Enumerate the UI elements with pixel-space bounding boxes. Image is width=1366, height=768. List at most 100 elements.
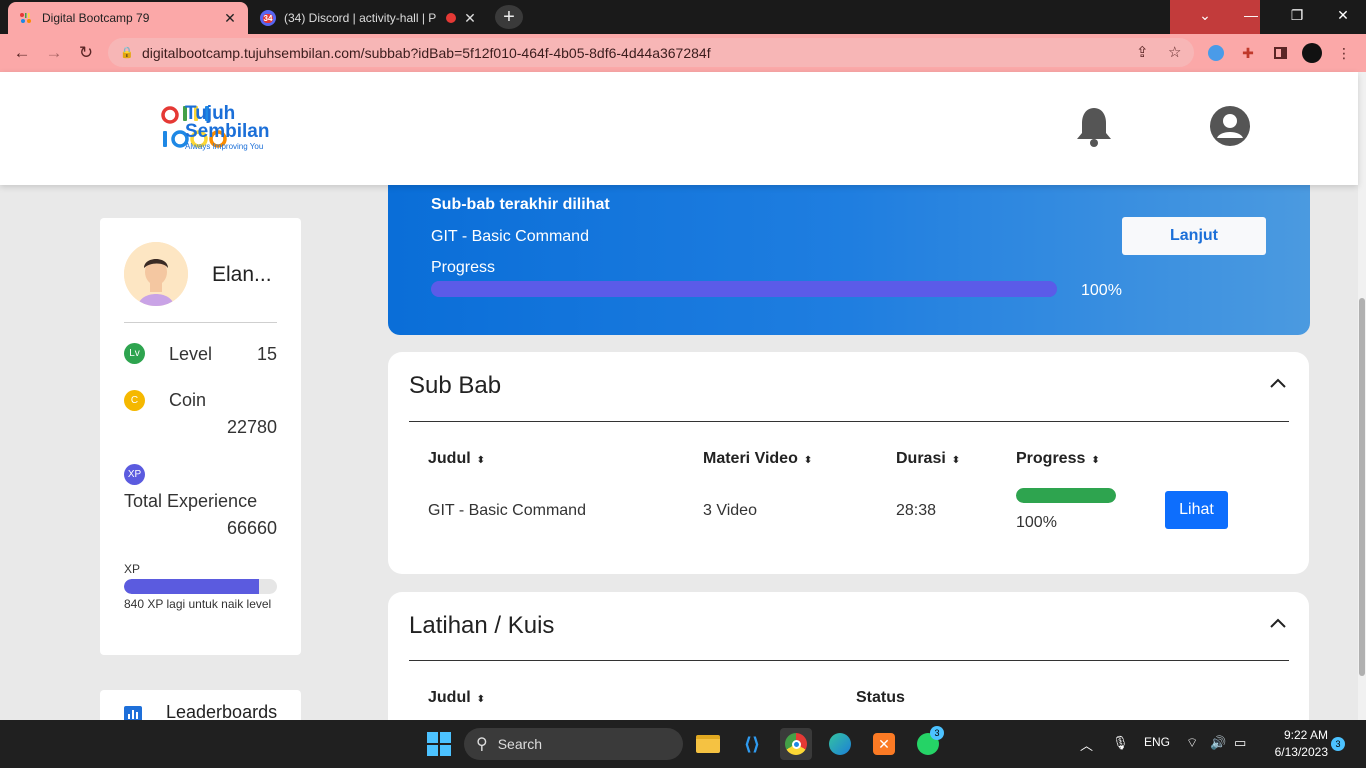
- menu-kebab-icon[interactable]: ⋮: [1333, 42, 1355, 64]
- row-progress-bar: [1016, 488, 1116, 503]
- lock-icon: 🔒: [120, 47, 134, 59]
- row-durasi: 28:38: [896, 502, 937, 519]
- taskbar-search[interactable]: ⚲ Search: [464, 728, 683, 760]
- profile-card: Elan... Lv Level 15 C Coin 22780 XP Tota…: [100, 218, 301, 655]
- last-viewed-progress-fill: [431, 281, 1057, 297]
- minimize-icon[interactable]: —: [1228, 0, 1274, 30]
- discord-favicon-icon: 34: [260, 10, 276, 26]
- column-header-judul[interactable]: Judul ⬍: [428, 450, 485, 468]
- bookmark-star-icon[interactable]: ☆: [1168, 43, 1181, 61]
- column-label: Judul: [428, 689, 471, 706]
- experience-label: Total Experience: [124, 491, 258, 511]
- logo-line2: Sembilan: [185, 121, 270, 142]
- tab-close-icon[interactable]: ✕: [222, 10, 238, 27]
- file-explorer-icon[interactable]: [692, 728, 724, 760]
- divider: [409, 421, 1289, 422]
- tab-search-chevron-icon[interactable]: ⌄: [1182, 0, 1228, 30]
- extension-compass-icon[interactable]: [1205, 42, 1227, 64]
- profile-avatar-icon[interactable]: [1301, 42, 1323, 64]
- forward-icon[interactable]: →: [42, 42, 66, 64]
- side-panel-icon[interactable]: [1269, 42, 1291, 64]
- sort-icon: ⬍: [1091, 455, 1100, 466]
- browser-toolbar: ← → ↻ 🔒 digitalbootcamp.tujuhsembilan.co…: [0, 34, 1366, 72]
- continue-button[interactable]: Lanjut: [1122, 217, 1266, 255]
- level-value: 15: [256, 344, 277, 364]
- column-header-materi[interactable]: Materi Video ⬍: [703, 450, 812, 468]
- tab-discord[interactable]: 34 (34) Discord | activity-hall | P ✕: [250, 2, 488, 34]
- last-viewed-progress-percent: 100%: [1081, 282, 1122, 299]
- last-viewed-heading: Sub-bab terakhir dilihat: [431, 196, 610, 213]
- column-header-status[interactable]: Status: [856, 689, 905, 707]
- logo-tagline: Always Improving You: [185, 142, 264, 151]
- chevron-up-icon[interactable]: [1268, 376, 1288, 390]
- search-placeholder: Search: [497, 736, 543, 752]
- sort-icon: ⬍: [476, 455, 486, 466]
- last-viewed-title: GIT - Basic Command: [431, 228, 589, 245]
- xp-note: 840 XP lagi untuk naik level: [124, 597, 272, 611]
- share-icon[interactable]: ⇪: [1136, 43, 1149, 61]
- subbab-panel: Sub Bab Judul ⬍ Materi Video ⬍ Durasi ⬍ Pro…: [388, 352, 1309, 574]
- tab-digital-bootcamp[interactable]: Digital Bootcamp 79 ✕: [8, 2, 248, 34]
- tray-chevron-up-icon[interactable]: ︿: [1080, 735, 1093, 754]
- column-header-progress[interactable]: Progress ⬍: [1016, 450, 1100, 468]
- discord-badge: 34: [262, 13, 274, 23]
- logo-wordmark: Tujuh Sembilan: [185, 104, 270, 142]
- xp-progress-fill: [124, 579, 259, 594]
- quiz-title: Latihan / Kuis: [409, 612, 555, 639]
- new-tab-button[interactable]: +: [495, 5, 523, 29]
- column-header-judul[interactable]: Judul ⬍: [428, 689, 485, 707]
- battery-icon[interactable]: ▭: [1234, 735, 1246, 751]
- user-circle-icon[interactable]: [1210, 106, 1250, 146]
- volume-icon[interactable]: 🔊: [1210, 735, 1226, 751]
- language-indicator[interactable]: ENG: [1144, 735, 1170, 749]
- level-badge-icon: Lv: [124, 343, 145, 364]
- last-viewed-progress-label: Progress: [431, 259, 496, 276]
- tab-close-icon[interactable]: ✕: [462, 10, 478, 27]
- search-icon: ⚲: [476, 736, 488, 753]
- column-label: Materi Video: [703, 450, 798, 467]
- microphone-icon[interactable]: 🎙: [1112, 735, 1129, 751]
- column-header-durasi[interactable]: Durasi ⬍: [896, 450, 960, 468]
- url-text: digitalbootcamp.tujuhsembilan.com/subbab…: [142, 44, 711, 61]
- level-label: Level: [169, 344, 213, 364]
- vscode-icon[interactable]: ⟨⟩: [736, 728, 768, 760]
- extensions-puzzle-icon[interactable]: ✚: [1237, 42, 1259, 64]
- xampp-icon[interactable]: ✕: [868, 728, 900, 760]
- xp-progress-bar: [124, 579, 277, 594]
- column-label: Durasi: [896, 450, 946, 467]
- wifi-icon[interactable]: ⌔: [1186, 735, 1198, 751]
- bell-icon[interactable]: [1075, 105, 1113, 149]
- bootcamp-favicon-icon: [18, 10, 34, 26]
- site-header: Tujuh Sembilan Always Improving You: [0, 72, 1358, 185]
- taskbar: ⚲ Search ⟨⟩ ✕ 3 ︿ 🎙 ENG ⌔ 🔊 ▭ 9:22 AM 6/…: [0, 720, 1366, 768]
- clock-date[interactable]: 6/13/2023: [1264, 745, 1328, 759]
- page-scrollbar-thumb[interactable]: [1359, 298, 1365, 676]
- column-label: Judul: [428, 450, 471, 467]
- last-viewed-banner: Sub-bab terakhir dilihat GIT - Basic Com…: [388, 175, 1310, 335]
- browser-tabbar: Digital Bootcamp 79 ✕ 34 (34) Discord | …: [0, 0, 1366, 34]
- row-progress-fill: [1016, 488, 1116, 503]
- avatar: [124, 242, 188, 306]
- tab-title: Digital Bootcamp 79: [42, 11, 150, 25]
- address-bar[interactable]: 🔒 digitalbootcamp.tujuhsembilan.com/subb…: [108, 38, 1194, 67]
- coin-value: 22780: [226, 417, 277, 437]
- windows-start-icon[interactable]: [427, 732, 451, 756]
- view-button[interactable]: Lihat: [1165, 491, 1228, 529]
- xp-badge-icon: XP: [124, 464, 145, 485]
- last-viewed-progress-bar: [431, 281, 1057, 297]
- sort-icon: ⬍: [803, 455, 813, 466]
- column-label: Progress: [1016, 450, 1086, 467]
- chevron-up-icon[interactable]: [1268, 616, 1288, 630]
- row-materi: 3 Video: [703, 502, 757, 519]
- experience-value: 66660: [226, 518, 277, 538]
- restore-icon[interactable]: ❐: [1274, 0, 1320, 30]
- back-icon[interactable]: ←: [10, 42, 34, 64]
- subbab-title: Sub Bab: [409, 372, 502, 399]
- chrome-icon[interactable]: [780, 728, 812, 760]
- clock-time[interactable]: 9:22 AM: [1276, 728, 1328, 742]
- close-window-icon[interactable]: ✕: [1320, 0, 1366, 30]
- coin-label: Coin: [169, 390, 207, 410]
- reload-icon[interactable]: ↻: [74, 42, 98, 64]
- edge-icon[interactable]: [824, 728, 856, 760]
- notification-badge[interactable]: 3: [1331, 737, 1345, 751]
